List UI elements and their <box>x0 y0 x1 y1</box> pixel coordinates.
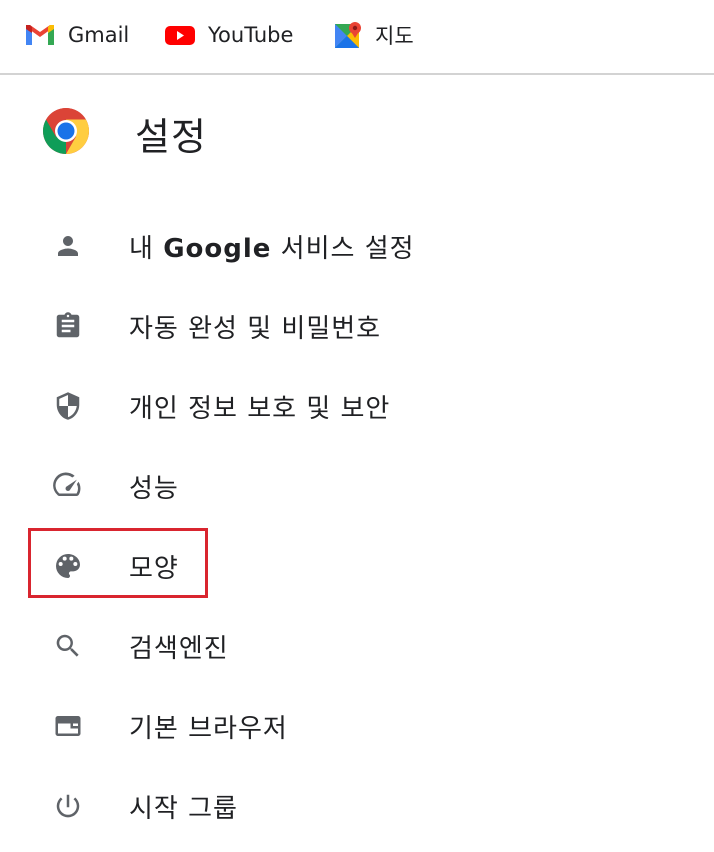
menu-item-label: 검색엔진 <box>129 633 229 664</box>
shield-icon <box>50 388 86 424</box>
bookmark-maps[interactable]: 지도 <box>333 18 414 52</box>
search-icon <box>50 628 86 664</box>
palette-icon <box>50 548 86 584</box>
menu-item-autofill[interactable]: 자동 완성 및 비밀번호 <box>0 286 714 366</box>
chrome-logo-icon <box>42 107 90 159</box>
browser-window-icon <box>50 708 86 744</box>
power-icon <box>50 788 86 824</box>
settings-header: 설정 <box>42 107 207 159</box>
bookmark-gmail[interactable]: Gmail <box>24 18 129 52</box>
google-maps-icon <box>333 20 363 50</box>
menu-item-search-engine[interactable]: 검색엔진 <box>0 606 714 686</box>
menu-item-appearance[interactable]: 모양 <box>0 526 714 606</box>
menu-item-on-startup[interactable]: 시작 그룹 <box>0 766 714 846</box>
label-bold: Google <box>163 233 272 264</box>
menu-item-google-services[interactable]: 내 Google 서비스 설정 <box>0 206 714 286</box>
bookmark-label: 지도 <box>375 24 414 48</box>
menu-item-label: 모양 <box>129 553 179 584</box>
page-title: 설정 <box>135 114 207 159</box>
menu-item-performance[interactable]: 성능 <box>0 446 714 526</box>
settings-menu: 내 Google 서비스 설정 자동 완성 및 비밀번호 개인 정보 보호 및 … <box>0 206 714 846</box>
gmail-icon <box>24 23 56 47</box>
bookmarks-bar: Gmail YouTube 지도 <box>0 0 714 75</box>
youtube-icon <box>164 23 196 47</box>
menu-item-label: 개인 정보 보호 및 보안 <box>129 393 391 424</box>
clipboard-icon <box>50 308 86 344</box>
menu-item-privacy[interactable]: 개인 정보 보호 및 보안 <box>0 366 714 446</box>
speedometer-icon <box>50 468 86 504</box>
bookmark-label: YouTube <box>208 23 294 47</box>
label-suffix: 서비스 설정 <box>271 233 415 264</box>
menu-item-label: 내 Google 서비스 설정 <box>129 228 415 265</box>
person-icon <box>50 228 86 264</box>
menu-item-label: 기본 브라우저 <box>129 713 288 744</box>
menu-item-default-browser[interactable]: 기본 브라우저 <box>0 686 714 766</box>
menu-item-label: 성능 <box>129 473 179 504</box>
bookmark-label: Gmail <box>68 23 130 47</box>
menu-item-label: 시작 그룹 <box>129 793 238 824</box>
label-prefix: 내 <box>129 233 164 264</box>
bookmark-youtube[interactable]: YouTube <box>164 18 293 52</box>
menu-item-label: 자동 완성 및 비밀번호 <box>129 313 382 344</box>
